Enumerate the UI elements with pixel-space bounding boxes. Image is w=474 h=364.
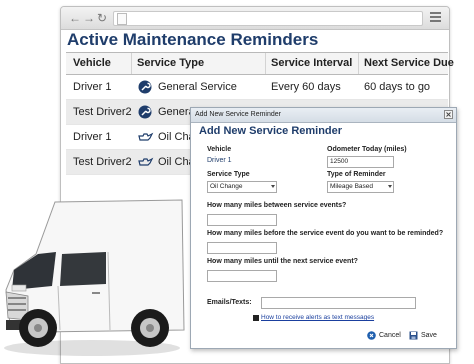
wrench-icon: [138, 105, 152, 119]
reminder-type-select[interactable]: Mileage Based: [327, 181, 394, 193]
van-illustration: [4, 199, 185, 356]
cell-vehicle: Driver 1: [73, 81, 112, 93]
save-button[interactable]: Save: [409, 330, 437, 342]
miles-until-input[interactable]: [207, 270, 277, 282]
miles-before-label: How many miles before the service event …: [207, 230, 444, 237]
chevron-down-icon: [271, 185, 275, 188]
odometer-input[interactable]: 12500: [327, 156, 394, 168]
address-bar[interactable]: [113, 11, 423, 26]
cell-next-due: 60 days to go: [364, 81, 431, 93]
forward-icon[interactable]: →: [83, 11, 95, 25]
cell-interval: Every 60 days: [271, 81, 341, 93]
emails-label: Emails/Texts:: [207, 299, 252, 306]
reminder-type-label: Type of Reminder: [327, 171, 386, 178]
floppy-disk-icon: [409, 331, 418, 340]
cancel-button[interactable]: Cancel: [367, 330, 401, 342]
cancel-label: Cancel: [379, 332, 401, 339]
dialog-title: Add New Service Reminder: [195, 111, 281, 118]
table-header: Vehicle Service Type Service Interval Ne…: [66, 52, 454, 75]
menu-icon[interactable]: [430, 12, 441, 24]
header-next-service-due[interactable]: Next Service Due: [364, 53, 454, 74]
reload-icon[interactable]: ↻: [97, 11, 107, 25]
save-label: Save: [421, 332, 437, 339]
miles-between-input[interactable]: [207, 214, 277, 226]
vehicle-label: Vehicle: [207, 146, 232, 153]
back-icon[interactable]: ←: [69, 11, 81, 25]
wrench-icon: [138, 80, 152, 94]
info-square-icon: [253, 314, 259, 321]
header-service-interval[interactable]: Service Interval: [271, 53, 352, 74]
reminder-type-value: Mileage Based: [330, 183, 373, 190]
sms-help-link[interactable]: How to receive alerts as text messages: [261, 314, 374, 321]
dialog-titlebar: Add New Service Reminder: [191, 108, 456, 123]
header-service-type[interactable]: Service Type: [137, 53, 204, 74]
cell-vehicle: Test Driver2: [73, 106, 132, 118]
miles-until-label: How many miles until the next service ev…: [207, 258, 358, 265]
dialog-heading: Add New Service Reminder: [199, 125, 343, 137]
cell-vehicle: Driver 1: [73, 131, 112, 143]
cell-service-type: General Service: [158, 81, 237, 93]
service-type-select[interactable]: Oil Change: [207, 181, 277, 193]
service-type-label: Service Type: [207, 171, 250, 178]
table-row[interactable]: Driver 1 General Service Every 60 days 6…: [66, 75, 448, 100]
service-type-value: Oil Change: [210, 183, 243, 190]
odometer-label: Odometer Today (miles): [327, 146, 407, 153]
vehicle-value: Driver 1: [207, 157, 232, 164]
cell-vehicle: Test Driver2: [73, 156, 132, 168]
header-vehicle[interactable]: Vehicle: [73, 53, 111, 74]
miles-between-label: How many miles between service events?: [207, 202, 347, 209]
emails-input[interactable]: [261, 297, 416, 309]
add-reminder-dialog: Add New Service Reminder Add New Service…: [190, 107, 457, 349]
oil-can-icon: [138, 157, 154, 166]
page-title: Active Maintenance Reminders: [67, 30, 319, 49]
sms-help: How to receive alerts as text messages: [253, 314, 374, 321]
chevron-down-icon: [388, 185, 392, 188]
page-icon: [117, 13, 127, 25]
close-icon[interactable]: [444, 110, 453, 119]
cancel-icon: [367, 330, 376, 340]
oil-can-icon: [138, 132, 154, 141]
miles-before-input[interactable]: [207, 242, 277, 254]
browser-toolbar: ← → ↻: [61, 7, 449, 30]
